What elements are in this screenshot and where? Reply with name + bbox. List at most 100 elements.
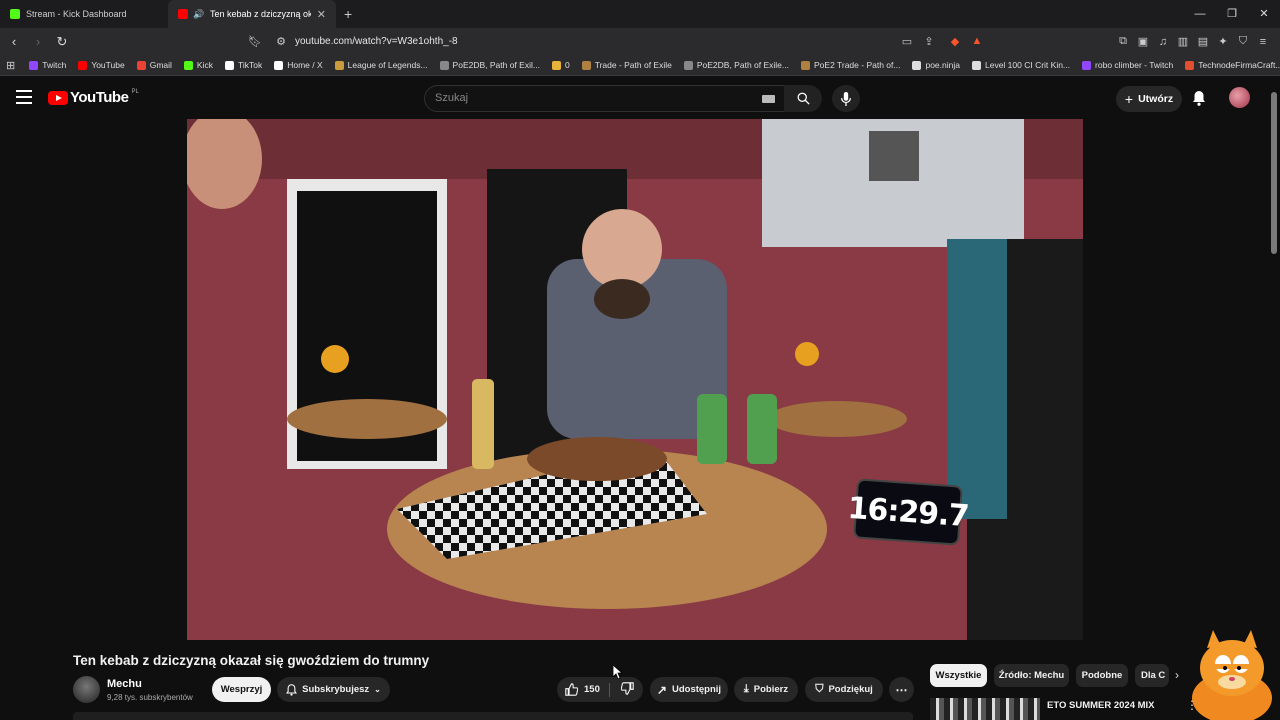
chevron-right-icon[interactable]: › xyxy=(1175,668,1179,682)
bookmark-twitch[interactable]: Twitch xyxy=(23,60,72,70)
voice-search-button[interactable] xyxy=(832,85,860,112)
bookmark-poe2-trade[interactable]: PoE2 Trade - Path of... xyxy=(795,60,906,70)
chip-similar[interactable]: Podobne xyxy=(1076,664,1128,687)
address-bar[interactable]: 🔖︎ ⚙︎ youtube.com/watch?v=W3e1ohth_-8 ▭ … xyxy=(240,31,992,52)
bookmark-x[interactable]: Home / X xyxy=(268,60,328,70)
bookmark-label: Home / X xyxy=(287,60,323,70)
divider xyxy=(608,682,610,697)
close-window-icon[interactable]: ✕ xyxy=(1248,0,1280,28)
forward-icon[interactable]: › xyxy=(28,34,48,49)
close-tab-icon[interactable]: ✕ xyxy=(317,8,326,21)
cast-icon[interactable]: ▭ xyxy=(900,34,914,48)
leo-ai-icon[interactable]: ✦ xyxy=(1216,35,1230,49)
dislike-button[interactable] xyxy=(620,681,634,698)
tab-title: Ten kebab z dziczyzną okazał xyxy=(210,9,311,19)
keyboard-icon[interactable] xyxy=(762,95,775,103)
chip-for-you[interactable]: Dla C xyxy=(1135,664,1169,687)
browser-tab-kick[interactable]: Stream - Kick Dashboard xyxy=(0,0,168,28)
bookmark-gmail[interactable]: Gmail xyxy=(131,60,178,70)
subscriber-count: 9,28 tys. subskrybentów xyxy=(107,693,193,702)
youtube-logo[interactable]: YouTube PL xyxy=(48,89,139,106)
bookmark-level100[interactable]: Level 100 CI Crit Kin... xyxy=(966,60,1076,70)
like-dislike-group: 150 xyxy=(557,677,643,702)
screenshot-icon[interactable]: ▣ xyxy=(1136,35,1150,49)
bookmark-poe2db-2[interactable]: PoE2DB, Path of Exile... xyxy=(678,60,795,70)
thanks-button[interactable]: ⛉ Podziękuj xyxy=(805,677,883,702)
restore-icon[interactable]: ❐ xyxy=(1216,0,1248,28)
video-player[interactable]: 16:29.7 xyxy=(187,119,1083,640)
recommended-title[interactable]: ETO SUMMER 2024 MIX xyxy=(1047,700,1155,711)
youtube-play-icon xyxy=(48,90,68,105)
account-avatar[interactable] xyxy=(1229,87,1250,108)
search-box xyxy=(424,85,786,112)
bookmark-icon[interactable]: 🔖︎ xyxy=(248,34,262,48)
apps-grid-icon[interactable]: ⊞ xyxy=(6,58,15,72)
wallet-icon[interactable]: ▤ xyxy=(1196,35,1210,49)
description-box[interactable] xyxy=(73,712,913,720)
share-button[interactable]: ↗ Udostępnij xyxy=(650,677,728,702)
brave-rewards-icon[interactable]: ▲ xyxy=(970,34,984,48)
thumbs-up-icon xyxy=(565,683,578,696)
bookmark-label: YouTube xyxy=(91,60,125,70)
subscribed-label: Subskrybujesz xyxy=(302,684,370,695)
bookmark-technode[interactable]: TechnodeFirmaCraft... xyxy=(1179,60,1280,70)
sidebar-icon[interactable]: ▥ xyxy=(1176,35,1190,49)
browser-tab-strip: Stream - Kick Dashboard 🔊 Ten kebab z dz… xyxy=(0,0,1280,28)
chip-source-channel[interactable]: Źródło: Mechu xyxy=(994,664,1069,687)
media-icon[interactable]: ♫ xyxy=(1156,35,1170,49)
hamburger-menu-icon[interactable] xyxy=(16,90,32,104)
bookmark-robo-climber[interactable]: robo climber - Twitch xyxy=(1076,60,1179,70)
bookmark-label: Trade - Path of Exile xyxy=(594,60,672,70)
thumbs-down-icon xyxy=(620,681,634,695)
bookmark-label: TikTok xyxy=(237,60,263,70)
bookmark-lol[interactable]: League of Legends... xyxy=(329,60,434,70)
download-button[interactable]: ⤓ Pobierz xyxy=(734,677,798,702)
bookmark-poe2db[interactable]: PoE2DB, Path of Exil... xyxy=(434,60,546,70)
create-button[interactable]: + Utwórz xyxy=(1116,86,1182,112)
more-actions-button[interactable]: ⋯ xyxy=(889,677,914,702)
like-button[interactable]: 150 xyxy=(565,683,600,696)
bookmark-poe-ninja[interactable]: poe.ninja xyxy=(906,60,966,70)
new-tab-button[interactable]: + xyxy=(344,6,352,22)
vpn-icon[interactable]: ⛉ xyxy=(1236,35,1250,49)
back-icon[interactable]: ‹ xyxy=(4,34,24,49)
video-details: Ten kebab z dziczyzną okazał się gwoździ… xyxy=(0,640,1280,720)
region-code: PL xyxy=(131,89,139,95)
browser-tab-youtube[interactable]: 🔊 Ten kebab z dziczyzną okazał ✕ xyxy=(168,0,336,28)
mouse-cursor-icon xyxy=(613,665,623,679)
kick-favicon-icon xyxy=(10,9,20,19)
reload-icon[interactable]: ↻ xyxy=(52,34,72,50)
support-button[interactable]: Wesprzyj xyxy=(212,677,271,702)
share-page-icon[interactable]: ⇪ xyxy=(922,34,936,48)
page-scrollbar[interactable] xyxy=(1271,92,1277,254)
video-title: Ten kebab z dziczyzną okazał się gwoździ… xyxy=(73,653,430,668)
url-text[interactable]: youtube.com/watch?v=W3e1ohth_-8 xyxy=(295,36,458,47)
audio-playing-icon[interactable]: 🔊 xyxy=(193,7,204,21)
share-label: Udostępnij xyxy=(671,684,722,695)
plus-icon: + xyxy=(1124,91,1134,107)
tab-title: Stream - Kick Dashboard xyxy=(26,9,127,19)
bookmark-kick[interactable]: Kick xyxy=(178,60,219,70)
twitch-icon xyxy=(29,60,39,70)
menu-icon[interactable]: ≡ xyxy=(1256,35,1270,49)
brave-shield-icon[interactable]: ◆ xyxy=(948,34,962,48)
bookmark-tiktok[interactable]: TikTok xyxy=(219,60,268,70)
search-input[interactable] xyxy=(435,92,735,104)
ninja-icon xyxy=(912,60,922,70)
bookmark-youtube[interactable]: YouTube xyxy=(72,60,130,70)
bookmark-label: Gmail xyxy=(149,60,172,70)
recommended-thumbnail[interactable] xyxy=(930,698,1040,720)
bookmark-label: Kick xyxy=(196,60,213,70)
bookmark-poe-trade[interactable]: Trade - Path of Exile xyxy=(576,60,678,70)
search-button[interactable] xyxy=(784,85,822,112)
minimize-icon[interactable]: — xyxy=(1184,0,1216,28)
subscribed-button[interactable]: Subskrybujesz ⌄ xyxy=(277,677,390,702)
notifications-button[interactable] xyxy=(1192,90,1206,111)
bookmark-folder[interactable]: 0 xyxy=(546,60,576,70)
site-settings-icon[interactable]: ⚙︎ xyxy=(274,34,288,48)
channel-name[interactable]: Mechu xyxy=(107,678,142,690)
thanks-label: Podziękuj xyxy=(828,684,873,695)
extensions-icon[interactable]: ⧉ xyxy=(1116,35,1130,49)
channel-avatar[interactable] xyxy=(73,676,100,703)
chip-all[interactable]: Wszystkie xyxy=(930,664,987,687)
